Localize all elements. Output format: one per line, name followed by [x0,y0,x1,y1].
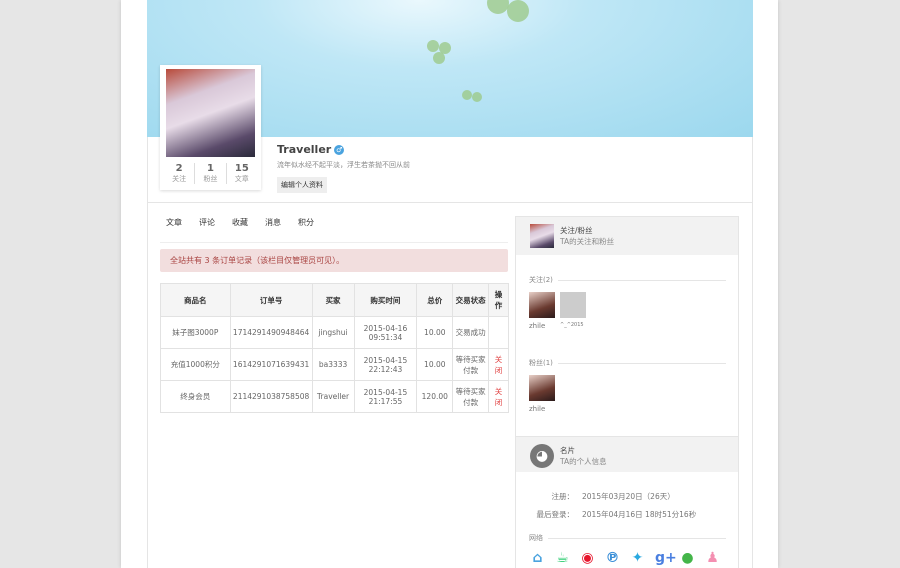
col-header: 购买时间 [353,283,418,317]
cell-buyer: ba3333 [311,348,355,381]
tab-points[interactable]: 积分 [298,217,314,228]
google-plus-icon[interactable]: g+ [655,550,677,566]
username: zhile [529,405,546,413]
register-value: 2015年03月20日（26天） [582,492,675,501]
wechat-icon[interactable]: ● [680,550,695,566]
cell-buyer: jingshui [311,316,355,349]
user-avatar [529,292,555,318]
orders-alert: 全站共有 3 条订单记录（该栏目仅管理员可见）。 [160,249,508,272]
tab-comments[interactable]: 评论 [199,217,215,228]
divider [160,242,508,243]
last-login-label: 最后登录： [536,510,575,519]
stat-followers[interactable]: 1 粉丝 [194,163,225,184]
cell-status: 等待买家付款 [452,348,490,381]
table-row: 充值1000积分 1614291071639431 ba3333 2015-04… [160,348,509,381]
cell-time: 2015-04-15 22:12:43 [353,348,418,381]
cell-status: 交易成功 [452,316,490,349]
register-label: 注册： [551,492,575,501]
divider [147,202,753,203]
cell-product: 充值1000积分 [160,348,231,381]
profile-name-row: Traveller ♂ [277,143,345,156]
col-header: 总价 [416,283,454,317]
social-links: ⌂ ☕ ◉ ℗ ✦ g+ ● ♟ [530,550,720,566]
cell-product: 终身会员 [160,380,231,413]
profile-motto: 流年似水经不起平淡，浮生若茶抛不回从前 [277,161,410,169]
male-icon: ♂ [334,145,345,155]
coffee-icon[interactable]: ☕ [555,550,570,566]
profile-name: Traveller [277,143,332,156]
stat-value: 2 [175,163,183,174]
stat-following[interactable]: 2 关注 [164,163,194,184]
orders-table: 商品名 订单号 买家 购买时间 总价 交易状态 操作 妹子图3000P 1714… [160,283,509,413]
stat-value: 15 [234,163,249,174]
cell-status: 等待买家付款 [452,380,490,413]
stat-articles[interactable]: 15 文章 [225,163,257,184]
profile-avatar[interactable] [166,69,255,157]
close-order-link[interactable]: 关闭 [488,380,509,413]
globe-icon: ◕ [530,444,554,468]
follower-user[interactable]: zhile [529,375,555,413]
default-avatar-icon [560,292,586,318]
close-order-link[interactable]: 关闭 [488,348,509,381]
tab-messages[interactable]: 消息 [265,217,281,228]
cell-order-no: 1714291490948464 [229,316,313,349]
username: ^_^2015 [560,322,584,328]
following-user[interactable]: ^_^2015 [560,292,586,328]
last-login-value: 2015年04月16日 18时51分16秒 [582,510,697,519]
stat-label: 粉丝 [203,175,218,183]
user-avatar-icon [530,224,554,248]
stat-label: 文章 [234,175,249,183]
user-avatar [529,375,555,401]
cell-action [488,316,509,349]
cell-price: 120.00 [416,380,454,413]
following-section-label: 关注(2) [529,275,726,285]
cell-time: 2015-04-15 21:17:55 [353,380,418,413]
tab-favorites[interactable]: 收藏 [232,217,248,228]
home-icon[interactable]: ⌂ [530,550,545,566]
cell-price: 10.00 [416,316,454,349]
panel-subtitle: TA的个人信息 [560,457,607,466]
sidebar: 关注/粉丝 TA的关注和粉丝 关注(2) zhile ^_^2015 粉丝(1)… [515,216,739,568]
followers-section-label: 粉丝(1) [529,358,726,368]
panel-subtitle: TA的关注和粉丝 [560,237,615,246]
cell-buyer: Traveller [311,380,355,413]
panel-title: 名片 [560,446,575,455]
cell-product: 妹子图3000P [160,316,231,349]
panel-title: 关注/粉丝 [560,226,593,235]
stat-value: 1 [207,163,214,174]
table-row: 终身会员 2114291038758508 Traveller 2015-04-… [160,380,509,413]
tab-articles[interactable]: 文章 [166,217,182,228]
cell-order-no: 2114291038758508 [229,380,313,413]
col-header: 商品名 [160,283,231,317]
following-user[interactable]: zhile [529,292,555,330]
cell-price: 10.00 [416,348,454,381]
follow-panel-header: 关注/粉丝 TA的关注和粉丝 [516,217,738,255]
qq-icon[interactable]: ♟ [705,550,720,566]
username: zhile [529,322,546,330]
pinterest-icon[interactable]: ℗ [605,550,620,566]
profile-tabs: 文章 评论 收藏 消息 积分 [166,217,331,228]
edit-profile-button[interactable]: 编辑个人资料 [277,177,327,193]
card-panel-header: ◕ 名片 TA的个人信息 [516,436,738,472]
col-header: 买家 [311,283,355,317]
col-header: 订单号 [229,283,313,317]
network-section-label: 网络 [529,533,726,543]
table-row: 妹子图3000P 1714291490948464 jingshui 2015-… [160,316,509,349]
col-header: 操作 [488,283,509,317]
cell-order-no: 1614291071639431 [229,348,313,381]
cell-time: 2015-04-16 09:51:34 [353,316,418,349]
twitter-icon[interactable]: ✦ [630,550,645,566]
weibo-icon[interactable]: ◉ [580,550,595,566]
col-header: 交易状态 [452,283,490,317]
stat-label: 关注 [172,175,187,183]
profile-card: 2 关注 1 粉丝 15 文章 [160,65,261,190]
